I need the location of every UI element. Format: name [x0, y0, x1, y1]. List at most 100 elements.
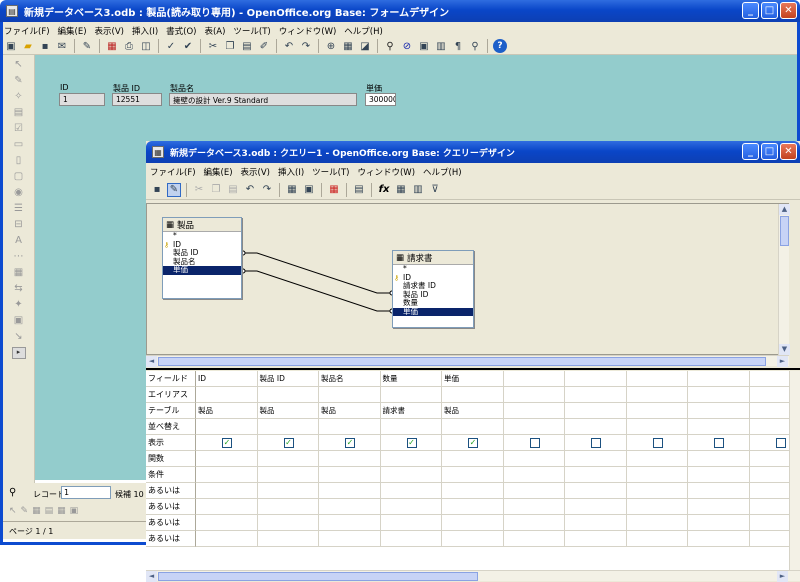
grid-field-cell[interactable]: 数量: [380, 371, 442, 387]
scroll-thumb[interactable]: [780, 216, 789, 246]
table-names-icon[interactable]: ▦: [394, 183, 408, 197]
grid-cell[interactable]: [626, 499, 688, 515]
grid-cell[interactable]: [626, 531, 688, 547]
scroll-up-arrow[interactable]: ▲: [779, 204, 790, 215]
grid-cell[interactable]: [319, 499, 381, 515]
grid-cell[interactable]: [626, 483, 688, 499]
visible-checkbox[interactable]: ✓: [468, 438, 478, 448]
grid-cell[interactable]: [565, 515, 627, 531]
grid-visible-cell[interactable]: ✓: [380, 435, 442, 451]
grid-cell[interactable]: [319, 467, 381, 483]
grid-cell[interactable]: [688, 387, 750, 403]
scroll-thumb[interactable]: [158, 572, 478, 581]
grid-field-cell[interactable]: [626, 371, 688, 387]
grid-cell[interactable]: [442, 531, 504, 547]
grid-cell[interactable]: [257, 419, 319, 435]
visible-checkbox[interactable]: ✓: [406, 438, 417, 448]
close-button[interactable]: ✕: [780, 2, 797, 19]
visible-checkbox[interactable]: [714, 438, 724, 448]
grid-table-cell[interactable]: [688, 403, 750, 419]
grid-cell[interactable]: [626, 515, 688, 531]
query-minimize-button[interactable]: _: [742, 143, 759, 160]
grid-table-cell[interactable]: [565, 403, 627, 419]
grid-cell[interactable]: [688, 419, 750, 435]
query-redo-icon[interactable]: ↷: [260, 183, 274, 197]
grid-table-cell[interactable]: 製品: [442, 403, 504, 419]
grid-cell[interactable]: [196, 387, 258, 403]
grid-field-cell[interactable]: [688, 371, 750, 387]
grid-cell[interactable]: [688, 467, 750, 483]
grid-hscroll[interactable]: ◄ ►: [146, 570, 800, 582]
scroll-left-arrow[interactable]: ◄: [146, 356, 157, 367]
grid-cell[interactable]: [688, 483, 750, 499]
grid-cell[interactable]: [257, 387, 319, 403]
query-design-grid[interactable]: フィールド ID 製品 ID 製品名 数量 単価 エイリアス テーブル 製品 製品 製品 請求書 製品並…: [146, 371, 800, 571]
grid-visible-cell[interactable]: [626, 435, 688, 451]
visible-checkbox[interactable]: [529, 438, 540, 448]
query-edit-icon[interactable]: ✎: [167, 182, 181, 197]
grid-table-cell[interactable]: [503, 403, 565, 419]
query-cut-icon[interactable]: ✂: [192, 183, 206, 197]
grid-cell[interactable]: [380, 467, 442, 483]
grid-table-cell[interactable]: 製品: [319, 403, 381, 419]
grid-cell[interactable]: [196, 531, 258, 547]
grid-cell[interactable]: [380, 483, 442, 499]
grid-cell[interactable]: [565, 531, 627, 547]
grid-field-cell[interactable]: [503, 371, 565, 387]
grid-cell[interactable]: [442, 499, 504, 515]
grid-table-cell[interactable]: 製品: [257, 403, 319, 419]
grid-cell[interactable]: [257, 499, 319, 515]
grid-cell[interactable]: [380, 531, 442, 547]
query-menu-item[interactable]: ウィンドウ(W): [357, 166, 415, 178]
functions-icon[interactable]: fx: [377, 183, 391, 197]
grid-cell[interactable]: [626, 387, 688, 403]
grid-cell[interactable]: [565, 499, 627, 515]
grid-field-cell[interactable]: ID: [196, 371, 258, 387]
grid-table-cell[interactable]: 請求書: [380, 403, 442, 419]
design-view-icon[interactable]: ▤: [352, 183, 366, 197]
query-copy-icon[interactable]: ❐: [209, 183, 223, 197]
grid-cell[interactable]: [196, 451, 258, 467]
grid-cell[interactable]: [565, 387, 627, 403]
visible-checkbox[interactable]: [652, 438, 663, 448]
grid-field-cell[interactable]: [565, 371, 627, 387]
grid-cell[interactable]: [257, 483, 319, 499]
grid-cell[interactable]: [503, 483, 565, 499]
grid-visible-cell[interactable]: [688, 435, 750, 451]
table-design-area[interactable]: ▦ 製品 * ⚷ ID 製品 ID 製品名 単価 ▦ 請求書 * ⚷ ID 請求書 ID…: [146, 203, 790, 355]
grid-cell[interactable]: [319, 531, 381, 547]
grid-visible-cell[interactable]: [565, 435, 627, 451]
grid-cell[interactable]: [688, 515, 750, 531]
query-undo-icon[interactable]: ↶: [243, 183, 257, 197]
grid-cell[interactable]: [503, 499, 565, 515]
query-save-icon[interactable]: ▪: [150, 183, 164, 197]
grid-cell[interactable]: [442, 419, 504, 435]
grid-cell[interactable]: [319, 387, 381, 403]
grid-cell[interactable]: [196, 419, 258, 435]
grid-cell[interactable]: [196, 515, 258, 531]
grid-cell[interactable]: [442, 387, 504, 403]
grid-cell[interactable]: [257, 515, 319, 531]
grid-field-cell[interactable]: 単価: [442, 371, 504, 387]
grid-cell[interactable]: [380, 515, 442, 531]
field-price[interactable]: 単価: [163, 265, 241, 275]
grid-cell[interactable]: [380, 419, 442, 435]
grid-cell[interactable]: [319, 483, 381, 499]
grid-cell[interactable]: [442, 451, 504, 467]
scroll-left-arrow[interactable]: ◄: [146, 571, 157, 582]
grid-field-cell[interactable]: 製品名: [319, 371, 381, 387]
grid-cell[interactable]: [503, 419, 565, 435]
grid-cell[interactable]: [319, 451, 381, 467]
grid-cell[interactable]: [503, 387, 565, 403]
grid-cell[interactable]: [442, 515, 504, 531]
visible-checkbox[interactable]: ✓: [283, 438, 294, 448]
grid-cell[interactable]: [196, 467, 258, 483]
scroll-down-arrow[interactable]: ▼: [779, 344, 790, 355]
grid-cell[interactable]: [688, 499, 750, 515]
grid-cell[interactable]: [257, 451, 319, 467]
grid-cell[interactable]: [565, 419, 627, 435]
query-menu-item[interactable]: ファイル(F): [150, 166, 196, 178]
query-maximize-button[interactable]: □: [761, 143, 778, 160]
grid-field-cell[interactable]: 製品 ID: [257, 371, 319, 387]
visible-checkbox[interactable]: [591, 438, 601, 448]
